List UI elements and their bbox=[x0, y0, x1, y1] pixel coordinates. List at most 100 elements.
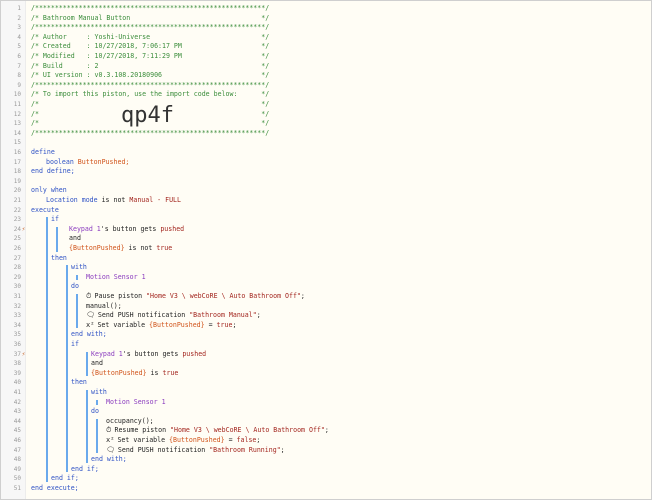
code-line[interactable]: 4 /* Author : Yoshi-Universe */ bbox=[1, 33, 649, 43]
code-token: Location mode bbox=[46, 196, 98, 204]
code-text: x² Set variable {ButtonPushed} = false; bbox=[106, 436, 260, 446]
code-token: Keypad 1 bbox=[91, 349, 123, 358]
code-token: boolean bbox=[46, 157, 74, 166]
code-line[interactable]: 20 only when bbox=[1, 186, 649, 196]
code-line[interactable]: 42 Motion Sensor 1 bbox=[1, 398, 649, 408]
code-text: /***************************************… bbox=[31, 23, 269, 33]
code-line[interactable]: 43 do bbox=[1, 407, 649, 417]
code-line[interactable]: 19 bbox=[1, 177, 649, 187]
line-number: 29 bbox=[13, 273, 21, 281]
code-line[interactable]: 28 with bbox=[1, 263, 649, 273]
code-line[interactable]: 26 {ButtonPushed} is not true bbox=[1, 244, 649, 254]
code-line[interactable]: 17 boolean ButtonPushed; bbox=[1, 158, 649, 168]
code-text: {ButtonPushed} is not true bbox=[69, 244, 172, 254]
code-line[interactable]: 31 ⏱ Pause piston "Home V3 \ webCoRE \ Aut… bbox=[1, 292, 649, 302]
code-line[interactable]: 25 and bbox=[1, 234, 649, 244]
line-number: 22 bbox=[13, 206, 21, 214]
line-number: 41 bbox=[13, 389, 21, 396]
code-line[interactable]: 50 end if; bbox=[1, 474, 649, 484]
line-number: 45 bbox=[13, 427, 21, 435]
code-line[interactable]: 22 execute bbox=[1, 206, 649, 216]
code-text: /* Bathroom Manual Button */ bbox=[31, 14, 269, 24]
variable-icon: x² bbox=[106, 436, 115, 444]
line-number: 48 bbox=[13, 456, 21, 464]
line-number: 47 bbox=[13, 446, 21, 454]
indent-guide bbox=[96, 399, 98, 406]
indent-guide bbox=[56, 226, 58, 252]
code-text: end execute; bbox=[31, 484, 79, 494]
code-line[interactable]: 18 end define; bbox=[1, 167, 649, 177]
code-line[interactable]: 3 /**************************************… bbox=[1, 23, 649, 33]
line-number: 30 bbox=[13, 283, 21, 291]
code-line[interactable]: 21 Location mode is not Manual - FULL bbox=[1, 196, 649, 206]
code-line[interactable]: 35 end with; bbox=[1, 330, 649, 340]
code-line[interactable]: 2 /* Bathroom Manual Button */ bbox=[1, 14, 649, 24]
code-line[interactable]: 9 /**************************************… bbox=[1, 81, 649, 91]
code-token: with bbox=[71, 263, 87, 272]
code-line[interactable]: 41 with bbox=[1, 388, 649, 398]
code-text: Keypad 1's button gets pushed bbox=[69, 225, 184, 235]
code-line[interactable]: 6 /* Modified : 10/27/2018, 7:11:29 PM */ bbox=[1, 52, 649, 62]
line-number: 20 bbox=[13, 187, 21, 195]
code-line[interactable]: 15 bbox=[1, 138, 649, 148]
code-line[interactable]: 51 end execute; bbox=[1, 484, 649, 494]
code-line[interactable]: 14 /*************************************… bbox=[1, 129, 649, 139]
indent-guide bbox=[76, 274, 78, 281]
code-line[interactable]: 38 and bbox=[1, 359, 649, 369]
code-line[interactable]: 47 🗨 Send PUSH notification "Bathroom Runn… bbox=[1, 446, 649, 456]
code-line[interactable]: 23 if bbox=[1, 215, 649, 225]
code-line[interactable]: 34 x² Set variable {ButtonPushed} = true; bbox=[1, 321, 649, 331]
code-line[interactable]: 46 x² Set variable {ButtonPushed} = false; bbox=[1, 436, 649, 446]
indent-guide bbox=[66, 265, 68, 473]
code-line[interactable]: 13/* */ bbox=[1, 119, 649, 129]
code-line[interactable]: 33 🗨 Send PUSH notification "Bathroom Manu… bbox=[1, 311, 649, 321]
code-line[interactable]: 49 end if; bbox=[1, 465, 649, 475]
code-line[interactable]: 44 occupancy(); bbox=[1, 417, 649, 427]
line-number: 13 bbox=[13, 120, 21, 128]
line-number: 9 bbox=[17, 81, 21, 89]
code-token: pushed bbox=[160, 224, 185, 233]
code-line[interactable]: 37 ⚡ Keypad 1's button gets pushed bbox=[1, 350, 649, 360]
code-line[interactable]: 29 Motion Sensor 1 bbox=[1, 273, 649, 283]
code-token: /* To import this piston, use the import… bbox=[31, 90, 270, 99]
code-text: Motion Sensor 1 bbox=[86, 273, 146, 283]
code-line[interactable]: 45 ⏱ Resume piston "Home V3 \ webCoRE \ Au… bbox=[1, 426, 649, 436]
line-number: 11 bbox=[13, 101, 21, 108]
code-text: /* Build : 2 */ bbox=[31, 62, 269, 72]
code-line[interactable]: 11/* */ bbox=[1, 100, 649, 110]
code-line[interactable]: 16 define bbox=[1, 148, 649, 158]
line-number: 12 bbox=[13, 110, 21, 118]
code-token: "Bathroom Manual" bbox=[189, 311, 257, 320]
code-text: only when bbox=[31, 186, 67, 196]
code-token: Motion Sensor 1 bbox=[106, 397, 166, 406]
code-line[interactable]: 7 /* Build : 2 */ bbox=[1, 62, 649, 72]
code-text: ⏱ Pause piston "Home V3 \ webCoRE \ Auto … bbox=[86, 292, 305, 302]
line-number: 10 bbox=[13, 91, 21, 99]
code-line[interactable]: 36 if bbox=[1, 340, 649, 350]
code-line[interactable]: 27 then bbox=[1, 254, 649, 264]
code-text: do bbox=[91, 407, 99, 417]
code-line[interactable]: 30 do bbox=[1, 282, 649, 292]
code-token: if bbox=[51, 215, 59, 224]
code-line[interactable]: 1 /**************************************… bbox=[1, 4, 649, 14]
line-number: 49 bbox=[13, 465, 21, 473]
code-line[interactable]: 24 ⚡ Keypad 1's button gets pushed bbox=[1, 225, 649, 235]
code-token: end if; bbox=[71, 464, 99, 473]
code-token: Send PUSH notification bbox=[97, 311, 190, 320]
code-line[interactable]: 10 /* To import this piston, use the impo… bbox=[1, 90, 649, 100]
code-line[interactable]: 40 then bbox=[1, 378, 649, 388]
line-number: 38 bbox=[13, 360, 21, 368]
code-line[interactable]: 5 /* Created : 10/27/2018, 7:06:17 PM */ bbox=[1, 42, 649, 52]
code-text: define bbox=[31, 148, 55, 158]
code-token: /* Build : 2 */ bbox=[31, 61, 270, 70]
code-token: pushed bbox=[182, 349, 207, 358]
code-line[interactable]: 48 end with; bbox=[1, 455, 649, 465]
code-line[interactable]: 8 /* UI version : v0.3.108.20180906 */ bbox=[1, 71, 649, 81]
code-line[interactable]: 39 {ButtonPushed} is true bbox=[1, 369, 649, 379]
code-line[interactable]: 12/* */ bbox=[1, 110, 649, 120]
piston-code-editor: 1 /**************************************… bbox=[0, 0, 652, 500]
code-token: manual(); bbox=[86, 301, 122, 310]
code-line[interactable]: 32 manual(); bbox=[1, 302, 649, 312]
code-token: end with; bbox=[91, 455, 127, 464]
message-icon: 🗨 bbox=[106, 445, 115, 454]
